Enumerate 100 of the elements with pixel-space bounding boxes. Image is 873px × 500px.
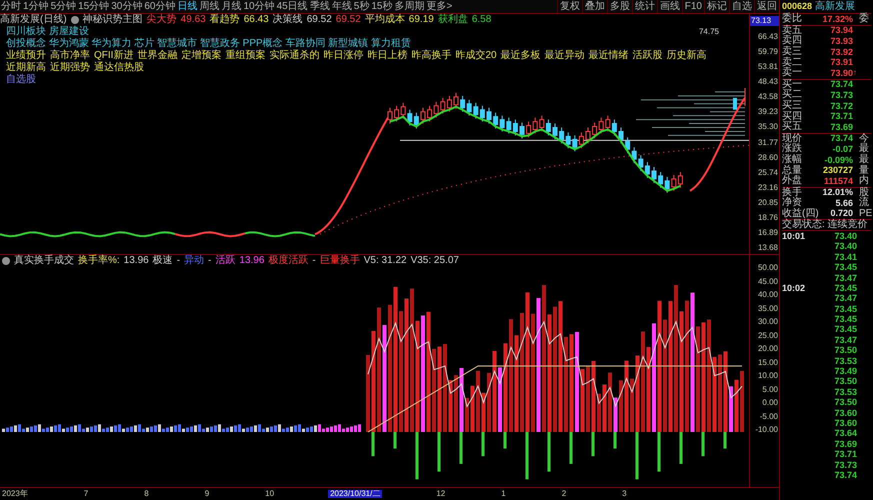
concept-text: 创投概念 华为鸿蒙 华为算力 芯片 智慧城市 智慧政务 PPP概念 车路协同 新型城镇 算力租赁 [5,38,412,50]
tick-price: 73.45 [834,315,857,324]
period-tab[interactable]: 更多> [425,0,454,13]
indicator-reading: 异动 [184,255,204,267]
indicator-axis-label: 0.00 [761,398,779,408]
quote-label: 买二 [782,90,802,100]
indicator-reading: 极度活跃 [268,255,308,267]
tag-text: 实际通杀的 [269,50,320,62]
toolbar-button[interactable]: 统计 [632,0,657,13]
tag-text: 昨日上榜 [367,50,408,62]
indicator-reading: - [208,255,212,267]
quote-label: 收益(四) [782,208,819,219]
stock-code: 000628 [782,0,812,12]
quote-value: 0.720 [830,209,853,218]
trading-status: 交易状态: 连续竞价 [782,220,868,230]
period-tab[interactable]: 多周期 [393,0,426,13]
quote-label: 卖四 [782,36,802,46]
reading-label: 尖大势 [146,14,177,26]
period-tab[interactable]: 1分钟 [22,0,50,13]
toolbar-button[interactable]: 标记 [704,0,729,13]
quote-value: 111574 [824,176,853,186]
time-axis-label: 10 [264,490,276,498]
indicator-reading: 巨量换手 [320,255,360,267]
toolbar-button[interactable]: 画线 [656,0,682,13]
tag-text: QFII新进 [94,50,134,62]
volume-profile-line [714,91,746,92]
indicator-axis-label: 15.00 [756,358,779,368]
period-tab[interactable]: 60分钟 [143,0,176,13]
period-tab[interactable]: 15秒 [370,0,394,13]
time-axis-label: 8 [143,490,150,498]
indicator-axis-label: 50.00 [756,263,779,273]
tick-price: 73.49 [834,367,857,376]
quote-label: 卖五 [782,26,802,36]
reading-value: 66.43 [244,14,269,26]
quote-label: 卖三 [782,47,802,58]
toolbar-button[interactable]: 复权 [556,0,582,13]
price-axis-label: 35.30 [756,123,779,132]
reading-label: 看趋势 [210,14,240,26]
quote-value: -0.07 [832,144,853,154]
period-tab[interactable]: 5分钟 [50,0,78,13]
quote-value: 12.01% [822,188,853,198]
time-axis-label: 3 [621,490,628,498]
indicator-reading: 换手率%: [78,255,120,267]
quote-value: 73.94 [830,26,853,36]
tick-price: 73.47 [834,336,857,345]
quote-value: 73.72 [830,102,853,111]
tag-text: 最近异动 [544,50,585,62]
period-tab[interactable]: 季线 [308,0,331,13]
price-axis-label: 23.16 [756,184,779,192]
indicator-name: 神秘识势主图 [82,14,143,26]
quote-value: 73.69 [830,122,853,132]
candlestick [388,107,392,124]
toolbar-button[interactable]: F10 [682,0,704,13]
price-axis-label: 53.81 [756,63,779,72]
tag-text: 最近多板 [500,50,541,62]
volume-profile-line [678,95,746,96]
period-tab[interactable]: 分时 [0,0,22,13]
period-tab[interactable]: 日线 [176,0,198,13]
tick-price: 73.45 [834,325,857,334]
period-tab[interactable]: 15分钟 [77,0,110,13]
time-axis-label: 2023年 [1,490,29,498]
quote-label: 净资 [782,198,802,208]
period-tab[interactable]: 10分钟 [242,0,276,13]
quote-value: 73.91 [830,58,853,68]
quote-value: -0.09% [824,156,853,165]
candlestick [618,127,624,144]
period-tab[interactable]: 周线 [198,0,220,13]
quote-label: 买一 [782,80,802,90]
price-axis-label: 43.58 [756,93,779,102]
quote-label: 卖一 [782,68,802,78]
period-tab[interactable]: 月线 [220,0,242,13]
indicator-axis-label: 5.00 [761,384,779,394]
indicator-reading: 13.96 [239,255,264,267]
quote-value: 73.73 [830,90,853,100]
tick-price: 73.69 [834,440,857,449]
toolbar-button[interactable]: 自选 [729,0,754,13]
price-marker: 74.75 [698,28,719,36]
quote-label: PE [859,208,871,219]
tag-text: 昨日涨停 [323,50,364,62]
tick-price: 73.50 [834,377,857,386]
time-axis-label: 12 [435,490,446,498]
candlestick [520,122,524,139]
current-price-tag: 73.13 [750,16,779,26]
quote-label: 买四 [782,112,802,122]
up-arrow-mark: ↑ [853,69,858,78]
toolbar-button[interactable]: 叠加 [582,0,607,13]
indicator-axis-label: 40.00 [756,290,779,300]
volume-profile-line [710,111,746,112]
quote-label: 涨跌 [782,144,802,154]
quote-label: 买五 [782,122,802,132]
quote-label: 量 [859,166,870,176]
tick-price: 73.53 [834,388,857,397]
candlestick [486,107,492,124]
period-tab[interactable]: 年线 [330,0,353,13]
period-tab[interactable]: 45日线 [276,0,309,13]
period-tab[interactable]: 5秒 [352,0,370,13]
period-tab[interactable]: 30分钟 [110,0,144,13]
price-axis-label: 18.76 [756,214,779,222]
time-axis-label: 9 [204,490,210,498]
toolbar-button[interactable]: 多股 [606,0,632,13]
